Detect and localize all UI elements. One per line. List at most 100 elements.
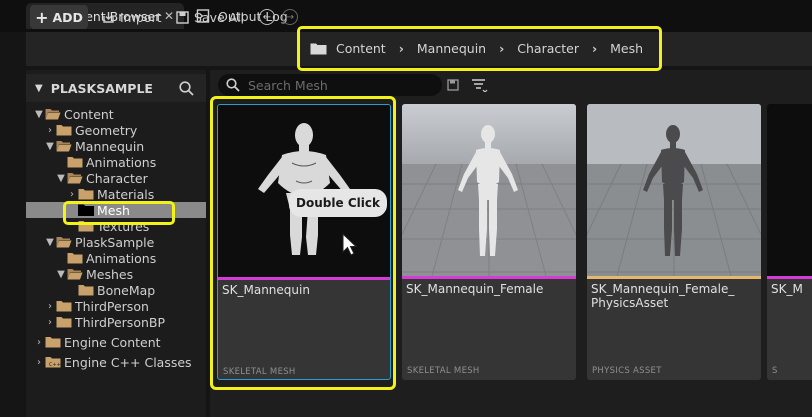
- breadcrumb-item-character[interactable]: Character: [517, 41, 579, 56]
- tree-item-label: PlaskSample: [75, 234, 155, 250]
- tree-item-label: Meshes: [86, 266, 134, 282]
- chevron-right-icon: ›: [591, 41, 598, 56]
- asset-card-highlight: [210, 96, 396, 390]
- open-folder-icon: [56, 141, 72, 152]
- asset-name: SK_Mannequin_Female: [406, 282, 544, 296]
- chevron-right-icon[interactable]: ›: [33, 337, 45, 348]
- tree-item[interactable]: ▼ Character: [26, 170, 206, 186]
- tree-item-label: BoneMap: [97, 282, 156, 298]
- tree-item[interactable]: › Geometry: [26, 122, 206, 138]
- chevron-down-icon: ▼: [35, 82, 43, 94]
- chevron-down-icon[interactable]: ▼: [55, 269, 67, 280]
- chevron-right-icon: ›: [398, 41, 404, 56]
- chevron-right-icon[interactable]: ›: [44, 301, 56, 312]
- sources-header[interactable]: ▼ PLASKSAMPLE: [26, 74, 206, 102]
- tree-item[interactable]: › ThirdPersonBP: [26, 314, 206, 330]
- asset-type-bar: [587, 276, 761, 279]
- asset-name: SK_Mannequin_Female_ PhysicsAsset: [591, 282, 735, 310]
- breadcrumb-item-content[interactable]: Content: [336, 41, 386, 56]
- tree-item[interactable]: › Engine Content: [26, 334, 206, 350]
- open-folder-icon: [67, 173, 83, 184]
- open-folder-icon: [56, 237, 72, 248]
- save-all-label: Save All: [194, 9, 245, 25]
- search-input[interactable]: Search Mesh: [218, 74, 442, 96]
- tree-item[interactable]: › C++ Engine C++ Classes: [26, 354, 206, 370]
- close-icon[interactable]: ✕: [164, 9, 174, 23]
- tree-item-label: Animations: [86, 154, 157, 170]
- search-placeholder: Search Mesh: [248, 77, 328, 93]
- tree-item-label: Engine C++ Classes: [64, 354, 192, 370]
- tree-item-label: Engine Content: [64, 334, 161, 350]
- chevron-down-icon[interactable]: ▼: [55, 173, 67, 184]
- add-label: ADD: [52, 9, 83, 25]
- breadcrumb-item-mesh[interactable]: Mesh: [610, 41, 643, 56]
- physics-asset-icon: [587, 104, 761, 277]
- mannequin-female-icon: [402, 104, 576, 277]
- back-arrow-icon[interactable]: ←: [259, 9, 275, 25]
- tree-item[interactable]: Animations: [26, 250, 206, 266]
- chevron-down-icon[interactable]: ▼: [33, 109, 45, 120]
- cpp-folder-icon: C++: [45, 357, 61, 368]
- save-all-button[interactable]: Save All: [176, 5, 244, 29]
- save-icon: [176, 10, 189, 24]
- tree-item[interactable]: ▼ Meshes: [26, 266, 206, 282]
- tree-item-label: ThirdPersonBP: [75, 314, 166, 330]
- folder-icon: [45, 337, 61, 348]
- asset-type: SKELETAL MESH: [407, 366, 480, 376]
- folder-icon: [67, 157, 83, 168]
- tree-item-label: Mannequin: [75, 138, 145, 154]
- asset-type-bar: [767, 276, 812, 279]
- import-button[interactable]: Import: [102, 5, 162, 29]
- tree-item[interactable]: › Materials: [26, 186, 206, 202]
- chevron-down-icon[interactable]: ▼: [44, 141, 56, 152]
- tree-item[interactable]: BoneMap: [26, 282, 206, 298]
- folder-icon: [56, 301, 72, 312]
- import-label: Import: [120, 9, 162, 25]
- folder-icon: [56, 125, 72, 136]
- tree-item[interactable]: ▼ Mannequin: [26, 138, 206, 154]
- tree-item-label: Character: [86, 170, 148, 186]
- chevron-right-icon[interactable]: ›: [33, 357, 45, 368]
- folder-icon: [78, 189, 94, 200]
- chevron-right-icon: ›: [499, 41, 505, 56]
- svg-text:C++: C++: [49, 362, 61, 368]
- asset-card[interactable]: SK_M S: [767, 104, 812, 380]
- plus-icon: +: [35, 7, 49, 27]
- tree-item-label: ThirdPerson: [75, 298, 149, 314]
- asset-type: PHYSICS ASSET: [592, 366, 662, 376]
- mouse-cursor-icon: [342, 233, 358, 256]
- folder-icon: [56, 317, 72, 328]
- save-search-icon[interactable]: [447, 79, 459, 91]
- tree-item-label: Animations: [86, 250, 157, 266]
- tree-item-label: Materials: [97, 186, 155, 202]
- filter-icon[interactable]: [471, 78, 489, 92]
- search-icon[interactable]: [179, 80, 194, 96]
- breadcrumb-item-mannequin[interactable]: Mannequin: [417, 41, 486, 56]
- search-icon: [226, 78, 240, 92]
- asset-thumbnail: [402, 104, 576, 277]
- chevron-right-icon[interactable]: ›: [44, 125, 56, 136]
- tree-item[interactable]: ▼ Content: [26, 106, 206, 122]
- forward-arrow-icon[interactable]: →: [282, 9, 298, 25]
- import-icon: [103, 11, 114, 23]
- tree-item[interactable]: › ThirdPerson: [26, 298, 206, 314]
- breadcrumb: Content › Mannequin › Character › Mesh: [297, 26, 662, 71]
- tree-item[interactable]: ▼ PlaskSample: [26, 234, 206, 250]
- asset-card[interactable]: SK_Mannequin_Female_ PhysicsAsset PHYSIC…: [587, 104, 761, 380]
- open-folder-icon: [67, 269, 83, 280]
- tree-item-label: Geometry: [75, 122, 138, 138]
- asset-type: S: [772, 366, 778, 376]
- tree-item[interactable]: Animations: [26, 154, 206, 170]
- left-edge: [0, 32, 26, 417]
- asset-name: SK_M: [771, 282, 803, 296]
- asset-thumbnail: [587, 104, 761, 277]
- open-folder-icon: [45, 109, 61, 120]
- chevron-down-icon[interactable]: ▼: [44, 237, 56, 248]
- folder-icon: [310, 43, 327, 55]
- chevron-right-icon[interactable]: ›: [44, 317, 56, 328]
- mesh-folder-highlight: [63, 201, 175, 225]
- add-button[interactable]: + ADD: [30, 5, 88, 29]
- chevron-right-icon[interactable]: ›: [66, 189, 78, 200]
- asset-card[interactable]: SK_Mannequin_Female SKELETAL MESH: [402, 104, 576, 380]
- folder-icon: [78, 285, 94, 296]
